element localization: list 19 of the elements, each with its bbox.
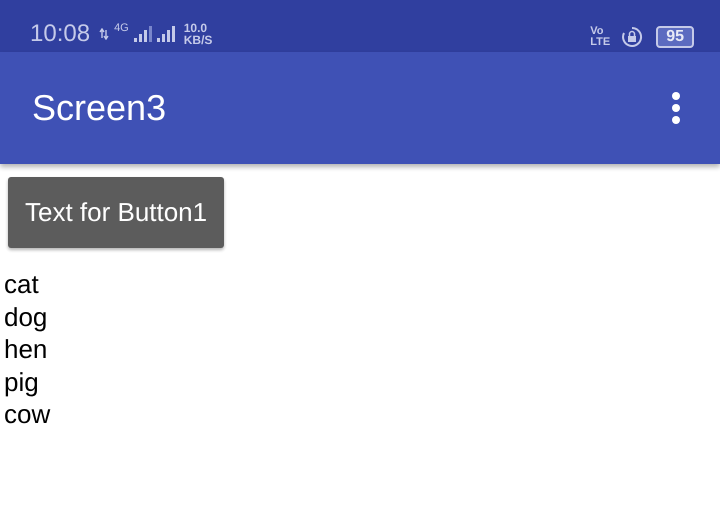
network-type: 4G bbox=[114, 22, 129, 34]
signal-icon bbox=[134, 25, 152, 43]
speed-unit: KB/S bbox=[184, 34, 212, 46]
list-item: dog bbox=[4, 300, 48, 333]
rotation-lock-icon bbox=[621, 26, 644, 48]
list-item: cow bbox=[4, 398, 50, 430]
battery-level: 95 bbox=[656, 26, 694, 48]
signal-icon bbox=[156, 25, 175, 43]
volte-label: Vo bbox=[590, 26, 604, 37]
list-item: pig bbox=[4, 366, 39, 398]
volte-label: LTE bbox=[590, 37, 610, 48]
screen-title: Screen3 bbox=[32, 87, 166, 129]
clock-time: 10:08 bbox=[30, 20, 90, 48]
text-button[interactable]: Text for Button1 bbox=[8, 177, 224, 248]
overflow-menu-icon[interactable] bbox=[671, 91, 681, 125]
data-arrows-icon bbox=[99, 28, 110, 40]
list-item: hen bbox=[4, 333, 48, 366]
speed-value: 10.0 bbox=[184, 22, 208, 34]
list-item: cat bbox=[4, 268, 39, 300]
